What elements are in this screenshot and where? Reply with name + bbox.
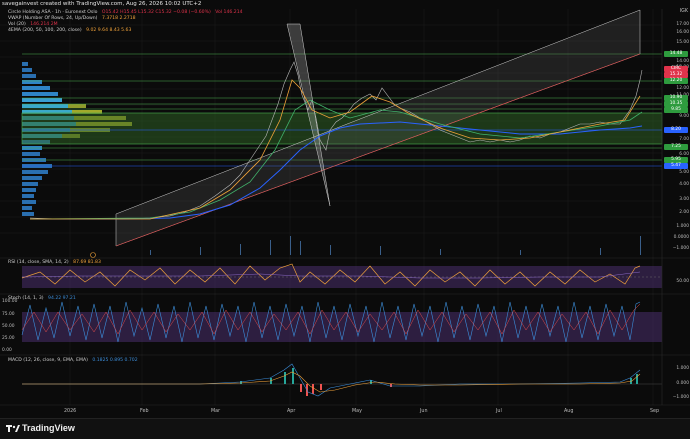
price-axis-label: 5.00	[679, 170, 689, 175]
created-line: savegainvest created with TradingView.co…	[2, 1, 202, 7]
macd-label: MACD (12, 26, close, 9, EMA, EMA)	[8, 358, 88, 363]
brand-name[interactable]: TradingView	[22, 423, 75, 433]
macd-line	[22, 363, 641, 397]
macd-signal-line	[22, 371, 641, 393]
price-axis-label: 4.00	[679, 182, 689, 187]
stoch-axis-label: 75.00	[2, 312, 15, 317]
price-axis-label: 2.00	[679, 210, 689, 215]
footer-bar	[0, 418, 690, 439]
time-axis-label: Apr	[287, 409, 296, 414]
price-tag[interactable]: 5.47	[664, 163, 688, 169]
macd-axis-label: 0.000	[676, 381, 689, 386]
price-tag[interactable]: 12.20	[664, 78, 688, 84]
price-axis-label: 17.00	[676, 22, 689, 27]
price-axis-label: 16.00	[676, 30, 689, 35]
symbol-legend[interactable]: Circle Holding ASA · 1h · Euronext Oslo …	[8, 10, 243, 15]
symbol-line: Circle Holding ASA · 1h · Euronext Oslo	[8, 10, 98, 15]
stoch-axis-label: 50.00	[2, 324, 15, 329]
price-tag[interactable]: 9.85	[664, 107, 688, 113]
price-axis-label: 1.000	[676, 224, 689, 229]
time-axis-label: Aug	[564, 409, 574, 414]
time-axis-label: Sep	[650, 409, 660, 414]
price-tag[interactable]: 7.25	[664, 144, 688, 150]
tradingview-logo-icon[interactable]	[6, 424, 20, 433]
ohlc-extra: Vol 146.214	[215, 10, 243, 15]
ema-legend[interactable]: 4EMA (200, 50, 100, 200, close) 9.02 9.6…	[8, 28, 131, 33]
price-axis-label: 14.00	[676, 59, 689, 64]
vwap-values: 7.3718 2.2718	[101, 16, 136, 21]
time-axis-label: Feb	[140, 409, 149, 414]
time-axis-label: May	[352, 409, 362, 414]
macd-axis-label: −1.000	[672, 395, 689, 400]
price-axis-label: 0.0000	[673, 235, 689, 240]
price-axis-label: 3.00	[679, 197, 689, 202]
chart-canvas[interactable]	[0, 0, 690, 438]
price-axis-label: 15.00	[676, 40, 689, 45]
time-axis-label: 2026	[64, 409, 77, 414]
stoch-axis-label: 100.00	[2, 299, 18, 304]
volume-legend[interactable]: Vol (20) 146.214 2M	[8, 22, 58, 27]
ohlc-values: O15.42 H15.45 L15.32 C15.32 −0.08 (−0.60…	[101, 10, 211, 15]
price-axis-label: 12.00	[676, 86, 689, 91]
vol-label: Vol (20)	[8, 22, 26, 27]
price-tag[interactable]: 14.48	[664, 51, 688, 57]
price-axis-label: −1.000	[672, 246, 689, 251]
rsi-legend[interactable]: RSI (14, close, SMA, 14, 2) 87.69 81.83	[8, 260, 101, 265]
rsi-label: RSI (14, close, SMA, 14, 2)	[8, 260, 69, 265]
time-axis-label: Jun	[420, 409, 428, 414]
stoch-values: 94.22 97.21	[48, 296, 76, 301]
rsi-values: 87.69 81.83	[73, 260, 101, 265]
time-axis-label: Jul	[496, 409, 502, 414]
price-axis-label: 9.00	[679, 114, 689, 119]
time-axis-label: Mar	[211, 409, 221, 414]
macd-values: 0.1825 0.895 0.702	[92, 358, 138, 363]
macd-legend[interactable]: MACD (12, 26, close, 9, EMA, EMA) 0.1825…	[8, 358, 138, 363]
rsi-axis-label: 50.00	[676, 279, 689, 284]
vwap-legend[interactable]: VWAP (Number Of Rows, 24, Up/Down) 7.371…	[8, 16, 136, 21]
corner-label[interactable]: IGK	[680, 9, 688, 14]
vol-values: 146.214 2M	[30, 22, 58, 27]
stoch-band	[22, 312, 662, 342]
stoch-axis-label: 25.00	[2, 336, 15, 341]
ema-label: 4EMA (200, 50, 100, 200, close)	[8, 28, 82, 33]
ema-values: 9.02 9.64 8.43 5.63	[86, 28, 132, 33]
stoch-axis-label: 0.00	[2, 348, 12, 353]
price-tag[interactable]: 8.20	[664, 127, 688, 133]
macd-histogram	[240, 368, 638, 396]
macd-axis-label: 1.000	[676, 366, 689, 371]
vwap-label: VWAP (Number Of Rows, 24, Up/Down)	[8, 16, 98, 21]
price-axis-label: 7.00	[679, 137, 689, 142]
